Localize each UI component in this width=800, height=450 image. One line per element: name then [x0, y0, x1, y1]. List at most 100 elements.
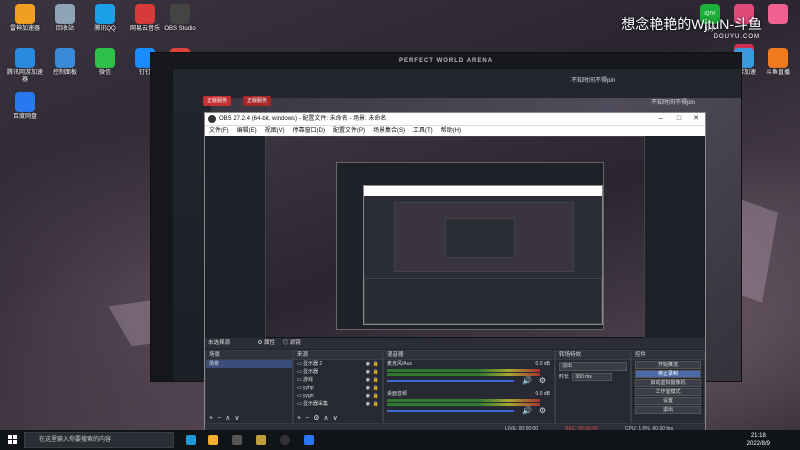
scenes-dock: 场景 场景 + − ∧ ∨ [205, 350, 293, 425]
lock-icon[interactable]: 🔒 [373, 368, 379, 376]
taskbar-app-icon[interactable] [232, 435, 242, 445]
source-item[interactable]: ▭yygn ◉ 🔒 [294, 392, 382, 400]
desktop-icon[interactable]: 网易云音乐 [125, 4, 165, 33]
obs-titlebar[interactable]: OBS 27.2.4 (64-bit, windows) - 配置文件: 未命名… [205, 113, 705, 125]
remove-source-icon[interactable]: − [305, 415, 309, 422]
desktop-icon[interactable]: 控制面板 [45, 48, 85, 77]
properties-button[interactable]: ⚙ 属性 [258, 340, 275, 346]
add-scene-icon[interactable]: + [209, 415, 213, 422]
taskbar-app-icon[interactable] [256, 435, 266, 445]
preview-capture-level-1 [265, 136, 645, 348]
source-label: 游戏 [303, 377, 314, 383]
control-button[interactable]: 开始推流 [635, 361, 701, 369]
control-button[interactable]: 停止录制 [635, 370, 701, 378]
gear-icon[interactable]: ⚙ [539, 376, 546, 385]
source-item[interactable]: ▭yyhp ◉ 🔒 [294, 384, 382, 392]
desktop-icon[interactable]: 百度网盘 [5, 92, 45, 121]
source-label: yyhp [303, 385, 314, 391]
desktop-icon[interactable]: 腾讯网游加速器 [5, 48, 45, 84]
windows-start-icon[interactable] [8, 435, 18, 445]
visibility-icon[interactable]: ◉ [366, 392, 370, 400]
source-label: 显示器采集 [303, 401, 329, 407]
visibility-icon[interactable]: ◉ [366, 360, 370, 368]
move-up-icon[interactable]: ∧ [225, 415, 230, 422]
visibility-icon[interactable]: ◉ [366, 384, 370, 392]
taskbar-app-icon[interactable] [304, 435, 314, 445]
menu-item[interactable]: 帮助(H) [441, 128, 461, 134]
visibility-icon[interactable]: ◉ [366, 376, 370, 384]
close-icon[interactable]: ✕ [688, 113, 704, 125]
volume-meter [387, 369, 540, 372]
app-icon [55, 48, 75, 68]
desktop-icon[interactable] [758, 4, 798, 26]
sources-dock: 来源 ▭显示器 2 ◉ 🔒 ▭显示器 ◉ 🔒 ▭游戏 ◉ 🔒 ▭yyhp ◉ 🔒 ▭yygn ◉ 🔒 ▭显示器… [293, 350, 383, 425]
launcher-status-1: 不知时间不得pin [571, 78, 616, 84]
menu-item[interactable]: 场景集合(S) [373, 128, 405, 134]
menu-item[interactable]: 视图(V) [265, 128, 285, 134]
move-down-icon[interactable]: ∨ [333, 415, 338, 422]
launcher-tab-2[interactable]: 正版服务 [243, 96, 272, 106]
remove-scene-icon[interactable]: − [217, 415, 221, 422]
visibility-icon[interactable]: ◉ [366, 400, 370, 408]
desktop-icon[interactable]: 微信 [85, 48, 125, 77]
lock-icon[interactable]: 🔒 [373, 400, 379, 408]
transition-type-select[interactable]: 淡出 [559, 362, 627, 371]
lock-icon[interactable]: 🔒 [373, 392, 379, 400]
lock-icon[interactable]: 🔒 [373, 360, 379, 368]
edge-icon[interactable] [186, 435, 196, 445]
desktop-icon[interactable]: OBS Studio [160, 4, 200, 33]
desktop-icon-label: 腾讯网游加速器 [6, 70, 43, 83]
obs-preview[interactable] [205, 136, 705, 350]
obs-taskbar-icon[interactable] [280, 435, 290, 445]
filters-button[interactable]: ◎ 滤镜 [283, 340, 301, 346]
gear-icon[interactable]: ⚙ [539, 406, 546, 415]
duration-input[interactable]: 300 ms [572, 373, 613, 381]
move-down-icon[interactable]: ∨ [234, 415, 239, 422]
add-source-icon[interactable]: + [297, 415, 301, 422]
launcher-tab-1[interactable]: 正版服务 [203, 96, 232, 106]
volume-slider[interactable] [387, 410, 514, 412]
desktop-icon[interactable]: 雷神加速器 [5, 4, 45, 33]
clock-date: 2022/8/9 [746, 441, 770, 447]
lock-icon[interactable]: 🔒 [373, 376, 379, 384]
control-button[interactable]: 设置 [635, 397, 701, 405]
menu-item[interactable]: 停靠窗口(D) [293, 128, 325, 134]
speaker-icon[interactable]: 🔊 [522, 406, 532, 415]
app-icon [95, 4, 115, 24]
control-button[interactable]: 启动虚拟摄像机 [635, 379, 701, 387]
speaker-icon[interactable]: 🔊 [522, 376, 532, 385]
lock-icon[interactable]: 🔒 [373, 384, 379, 392]
app-icon [15, 4, 35, 24]
control-button[interactable]: 工作室模式 [635, 388, 701, 396]
desktop-icon-label: 雷神加速器 [9, 26, 40, 32]
desktop-icon[interactable]: 腾讯QQ [85, 4, 125, 33]
source-item[interactable]: ▭显示器 2 ◉ 🔒 [294, 360, 382, 368]
menu-item[interactable]: 编辑(E) [237, 128, 257, 134]
mixer-list: 麦克风/Aux 0.0 dB 🔊 ⚙ 桌面音频 0.0 dB 🔊 ⚙ [384, 360, 554, 420]
volume-slider[interactable] [387, 380, 514, 382]
app-icon [768, 48, 788, 68]
file-explorer-icon[interactable] [208, 435, 218, 445]
obs-window[interactable]: OBS 27.2.4 (64-bit, windows) - 配置文件: 未命名… [204, 112, 706, 434]
source-item[interactable]: ▭显示器 ◉ 🔒 [294, 368, 382, 376]
menu-item[interactable]: 文件(F) [209, 128, 229, 134]
nested-preview [394, 202, 574, 272]
mixer-dock: 混音器 麦克风/Aux 0.0 dB 🔊 ⚙ 桌面音频 0.0 dB 🔊 ⚙ [383, 350, 555, 425]
desktop-icon[interactable]: 斗鱼直播 [758, 48, 798, 77]
source-settings-icon[interactable]: ⚙ [313, 415, 319, 422]
taskbar-clock[interactable]: 21:18 2022/8/9 [747, 432, 770, 448]
source-item[interactable]: ▭游戏 ◉ 🔒 [294, 376, 382, 384]
nested-preview-inner [445, 218, 515, 258]
scene-item[interactable]: 场景 [206, 360, 292, 368]
maximize-icon[interactable]: □ [671, 113, 687, 125]
control-button[interactable]: 退出 [635, 406, 701, 414]
source-item[interactable]: ▭显示器采集 ◉ 🔒 [294, 400, 382, 408]
desktop-icon[interactable]: 回收站 [45, 4, 85, 33]
channel-name: 麦克风/Aux [387, 361, 413, 367]
menu-item[interactable]: 配置文件(P) [333, 128, 365, 134]
menu-item[interactable]: 工具(T) [413, 128, 433, 134]
minimize-icon[interactable]: – [653, 113, 669, 125]
visibility-icon[interactable]: ◉ [366, 368, 370, 376]
taskbar-search-input[interactable]: 在这里输入你要搜索的内容 [24, 432, 174, 448]
move-up-icon[interactable]: ∧ [323, 415, 328, 422]
